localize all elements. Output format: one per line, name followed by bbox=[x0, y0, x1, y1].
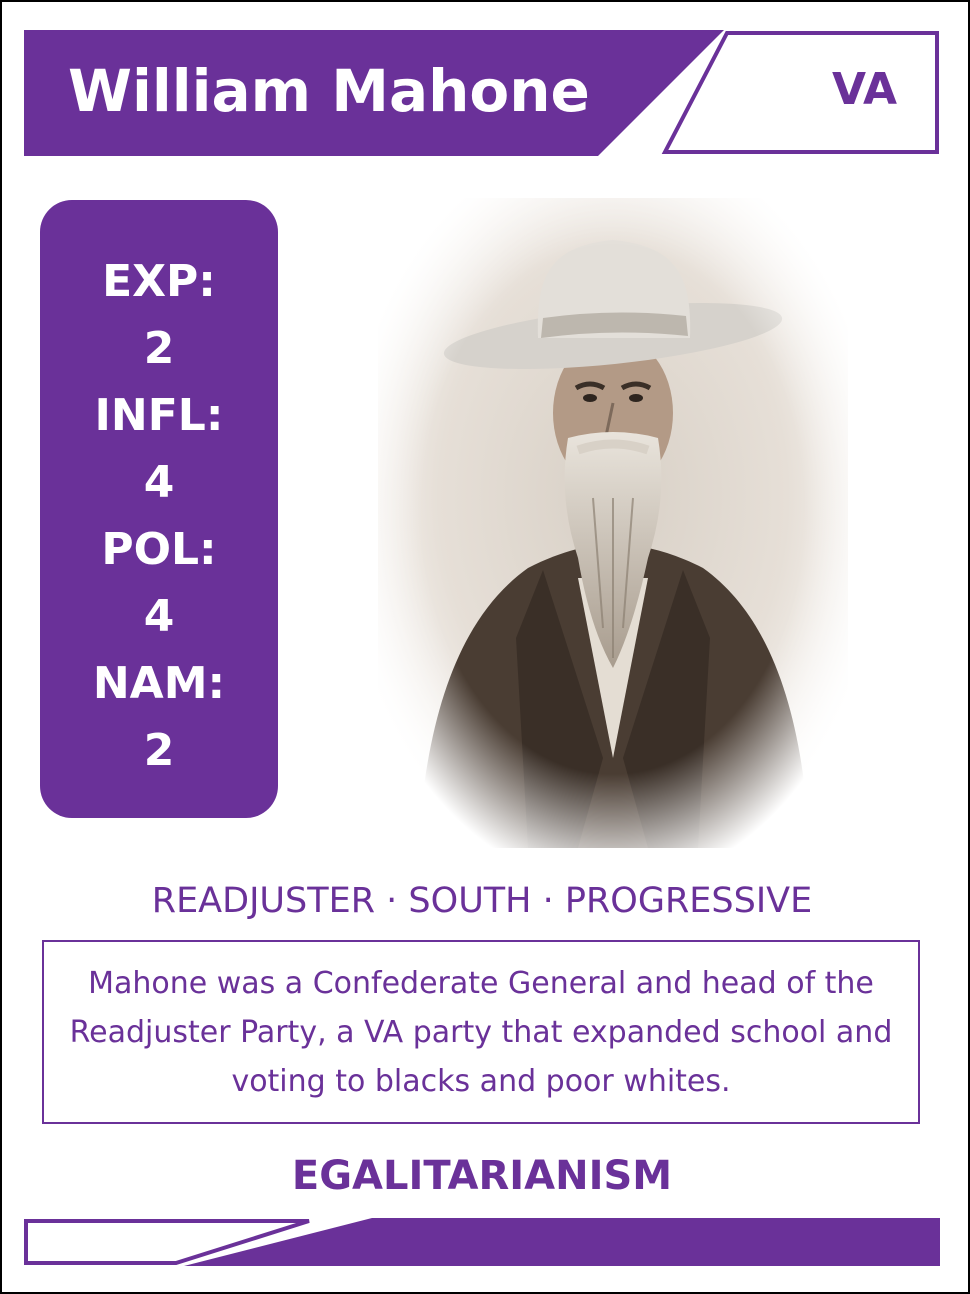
stat-nam-label: NAM: bbox=[92, 658, 226, 709]
state-label: VA bbox=[831, 64, 898, 115]
footer-bar bbox=[24, 1218, 940, 1266]
bearded-man-portrait-icon bbox=[378, 198, 848, 848]
stat-pol-value: 4 bbox=[143, 591, 175, 642]
stat-infl-label: INFL: bbox=[94, 390, 224, 441]
stat-exp-label: EXP: bbox=[102, 256, 216, 307]
card-tags: READJUSTER · SOUTH · PROGRESSIVE bbox=[151, 881, 813, 921]
card-keyword: EGALITARIANISM bbox=[291, 1153, 673, 1199]
card-name: William Mahone bbox=[68, 57, 590, 125]
stat-exp-value: 2 bbox=[143, 323, 175, 374]
stat-nam-value: 2 bbox=[143, 725, 175, 776]
stat-infl-value: 4 bbox=[143, 457, 175, 508]
description-box: Mahone was a Confederate General and hea… bbox=[42, 940, 920, 1124]
stats-panel: EXP: 2 INFL: 4 POL: 4 NAM: 2 bbox=[40, 200, 278, 818]
stat-pol-label: POL: bbox=[101, 524, 217, 575]
politician-card: William Mahone VA EXP: 2 INFL: 4 POL: 4 … bbox=[0, 0, 970, 1294]
card-description: Mahone was a Confederate General and hea… bbox=[69, 965, 893, 1099]
